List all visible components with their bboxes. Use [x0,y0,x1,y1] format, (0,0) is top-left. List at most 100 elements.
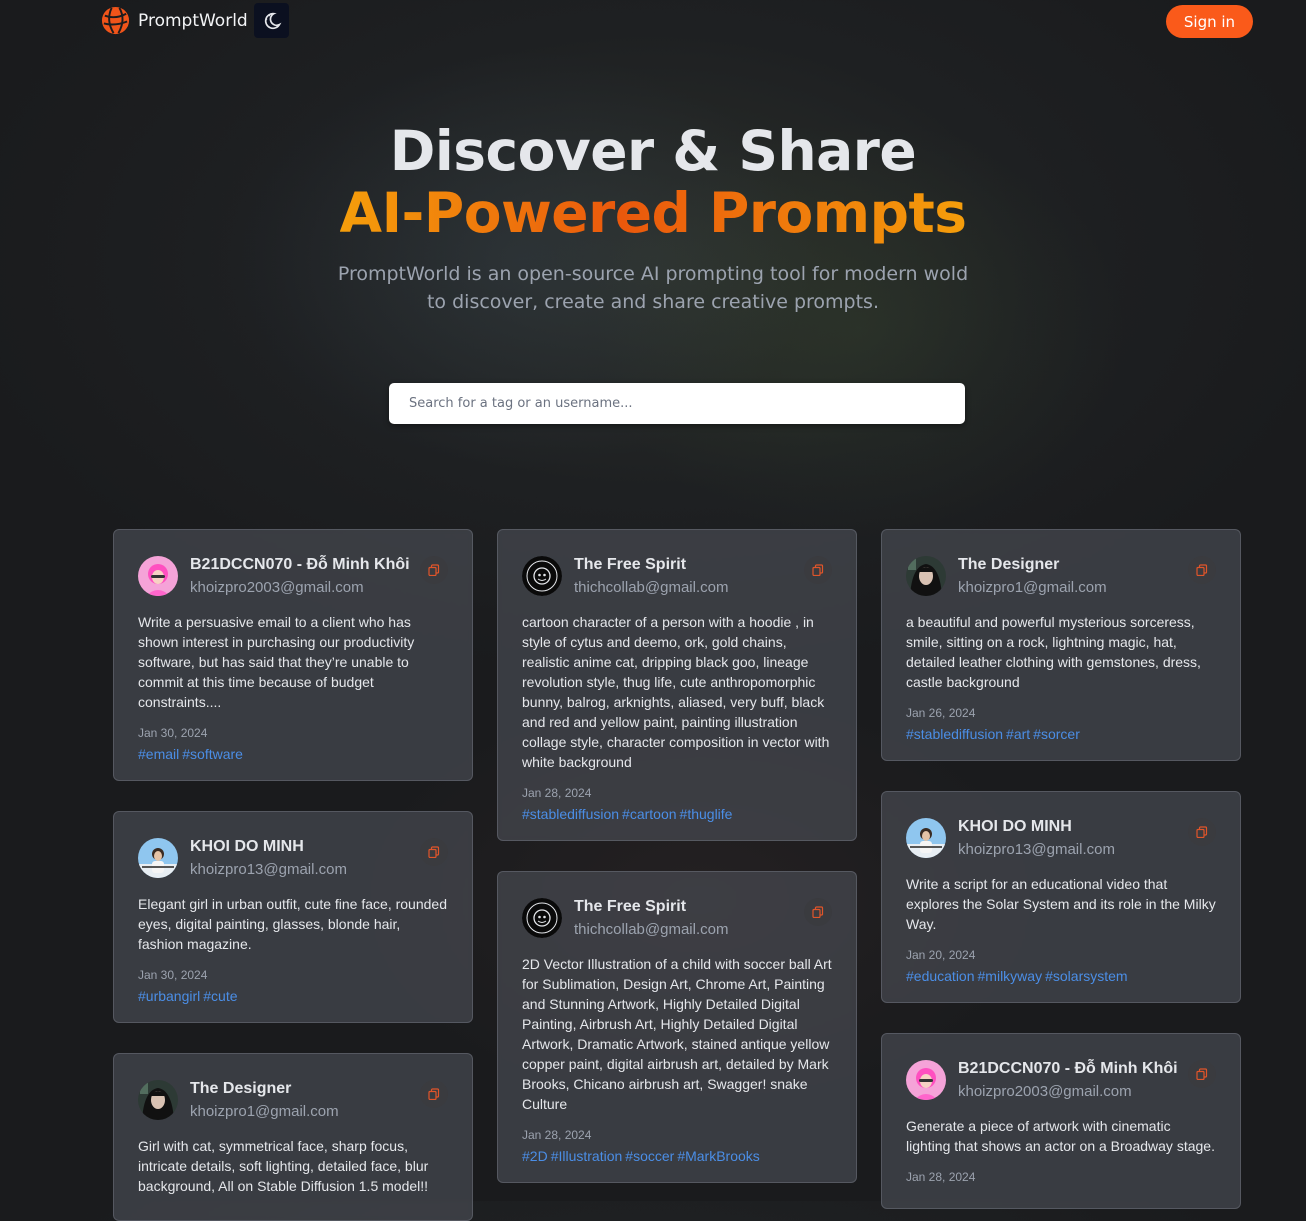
copy-icon [428,564,440,576]
prompt-date: Jan 30, 2024 [138,726,208,740]
copy-button[interactable] [420,1080,448,1108]
prompt-text: Elegant girl in urban outfit, cute fine … [138,896,447,952]
author-email: khoizpro2003@gmail.com [958,1083,1132,1100]
prompt-text: Generate a piece of artwork with cinemat… [906,1118,1215,1154]
author-name[interactable]: KHOI DO MINH [958,818,1072,836]
copy-icon [812,906,824,918]
prompt-card[interactable]: B21DCCN070 - Đỗ Minh Khôi khoizpro2003@gm… [113,529,473,781]
tag-link[interactable]: #solarsystem [1045,968,1127,984]
card-header: KHOI DO MINH khoizpro13@gmail.com [138,836,448,880]
prompt-card[interactable]: KHOI DO MINH khoizpro13@gmail.com Write a … [881,791,1241,1003]
author-name[interactable]: B21DCCN070 - Đỗ Minh Khôi [958,1060,1178,1078]
author-name[interactable]: The Designer [190,1080,291,1098]
top-nav: PromptWorld Sign in [0,0,1306,44]
copy-icon [1196,1068,1208,1080]
tag-link[interactable]: #Illustration [551,1148,623,1164]
tag-list: #stablediffusion #cartoon #thuglife [522,806,832,840]
prompt-card[interactable]: KHOI DO MINH khoizpro13@gmail.com Elegant … [113,811,473,1023]
avatar[interactable] [522,556,562,596]
prompt-date: Jan 26, 2024 [906,706,976,720]
avatar[interactable] [906,556,946,596]
search-input[interactable] [389,383,965,424]
avatar[interactable] [138,838,178,878]
brand-name: PromptWorld [138,10,248,31]
tag-link[interactable]: #education [906,968,975,984]
prompt-text: a beautiful and powerful mysterious sorc… [906,614,1201,690]
moon-icon [264,12,281,29]
prompt-card[interactable]: The Free Spirit thichcollab@gmail.com cart… [497,529,857,841]
tag-link[interactable]: #soccer [625,1148,674,1164]
author-email: khoizpro1@gmail.com [958,579,1107,596]
author-name[interactable]: The Free Spirit [574,898,686,916]
avatar[interactable] [522,898,562,938]
card-header: The Free Spirit thichcollab@gmail.com [522,896,832,940]
tag-link[interactable]: #stablediffusion [522,806,619,822]
author-name[interactable]: The Designer [958,556,1059,574]
copy-button[interactable] [420,556,448,584]
card-header: The Designer khoizpro1@gmail.com [906,554,1216,598]
card-header: B21DCCN070 - Đỗ Minh Khôi khoizpro2003@gm… [138,554,448,598]
prompt-date: Jan 28, 2024 [522,786,592,800]
author-email: khoizpro2003@gmail.com [190,579,364,596]
tag-list [138,1202,448,1220]
tag-link[interactable]: #email [138,746,179,762]
globe-logo-icon [101,6,130,35]
copy-button[interactable] [420,838,448,866]
tag-link[interactable]: #milkyway [978,968,1043,984]
prompt-text: Write a script for an educational video … [906,876,1216,932]
author-email: khoizpro13@gmail.com [958,841,1115,858]
tag-link[interactable]: #software [182,746,243,762]
prompt-card[interactable]: B21DCCN070 - Đỗ Minh Khôi khoizpro2003@gm… [881,1033,1241,1209]
hero-title-line1: Discover & Share [389,119,917,183]
prompt-text: 2D Vector Illustration of a child with s… [522,956,832,1112]
copy-icon [428,846,440,858]
tag-link[interactable]: #sorcer [1033,726,1080,742]
author-email: khoizpro13@gmail.com [190,861,347,878]
hero-section: Discover & Share AI-Powered Prompts Prom… [0,120,1306,316]
tag-link[interactable]: #stablediffusion [906,726,1003,742]
prompt-text: Girl with cat, symmetrical face, sharp f… [138,1138,429,1194]
tag-link[interactable]: #MarkBrooks [677,1148,759,1164]
sign-in-button[interactable]: Sign in [1166,5,1253,38]
avatar[interactable] [138,556,178,596]
copy-button[interactable] [1188,556,1216,584]
author-name[interactable]: The Free Spirit [574,556,686,574]
prompt-date: Jan 28, 2024 [906,1170,976,1184]
avatar[interactable] [906,818,946,858]
copy-button[interactable] [804,898,832,926]
avatar[interactable] [138,1080,178,1120]
hero-subtitle: PromptWorld is an open-source AI prompti… [337,263,969,313]
prompt-date: Jan 30, 2024 [138,968,208,982]
card-header: The Free Spirit thichcollab@gmail.com [522,554,832,598]
prompt-card[interactable]: The Designer khoizpro1@gmail.com a beautif… [881,529,1241,761]
author-name[interactable]: B21DCCN070 - Đỗ Minh Khôi [190,556,410,574]
prompt-card[interactable]: The Designer khoizpro1@gmail.com Girl with… [113,1053,473,1221]
tag-list: #education #milkyway #solarsystem [906,968,1216,1002]
prompt-text: Write a persuasive email to a client who… [138,614,415,710]
tag-list: #urbangirl #cute [138,988,448,1022]
copy-icon [1196,826,1208,838]
copy-button[interactable] [804,556,832,584]
author-email: thichcollab@gmail.com [574,579,729,596]
tag-list: #stablediffusion #art #sorcer [906,726,1216,760]
tag-link[interactable]: #cartoon [622,806,676,822]
copy-button[interactable] [1188,818,1216,846]
tag-list: #email #software [138,746,448,780]
theme-toggle-button[interactable] [254,3,289,38]
author-name[interactable]: KHOI DO MINH [190,838,304,856]
card-header: KHOI DO MINH khoizpro13@gmail.com [906,816,1216,860]
tag-link[interactable]: #thuglife [680,806,733,822]
prompt-date: Jan 28, 2024 [522,1128,592,1142]
tag-link[interactable]: #art [1006,726,1030,742]
card-header: The Designer khoizpro1@gmail.com [138,1078,448,1122]
tag-link[interactable]: #2D [522,1148,548,1164]
tag-link[interactable]: #cute [203,988,237,1004]
brand-logo[interactable]: PromptWorld [100,5,248,36]
author-email: khoizpro1@gmail.com [190,1103,339,1120]
copy-button[interactable] [1188,1060,1216,1088]
prompt-card[interactable]: The Free Spirit thichcollab@gmail.com 2D V… [497,871,857,1183]
tag-link[interactable]: #urbangirl [138,988,200,1004]
avatar[interactable] [906,1060,946,1100]
card-header: B21DCCN070 - Đỗ Minh Khôi khoizpro2003@gm… [906,1058,1216,1102]
copy-icon [1196,564,1208,576]
